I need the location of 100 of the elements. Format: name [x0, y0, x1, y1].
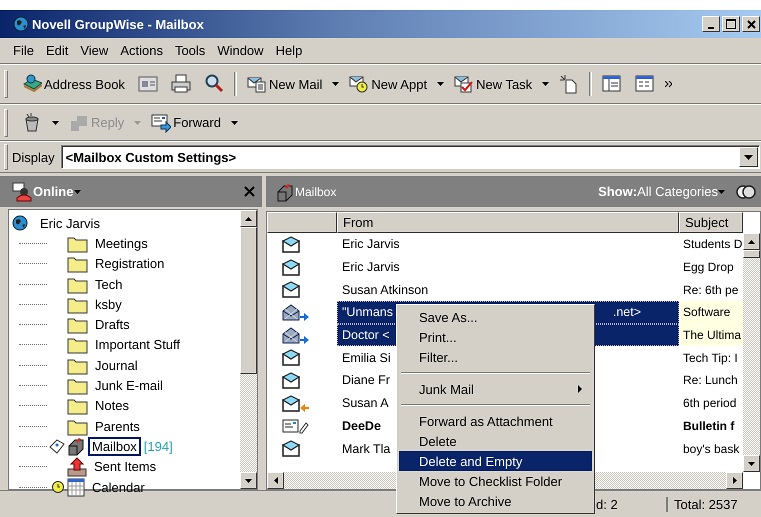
scroll-down-icon [245, 478, 252, 482]
display-label: Display [12, 150, 55, 164]
pencil-icon [299, 422, 309, 434]
online-menu[interactable]: Online [12, 182, 82, 202]
new-document-icon [559, 74, 580, 94]
menu-item[interactable]: Delete and Empty [399, 451, 592, 471]
envelope-icon [282, 304, 300, 321]
dropdown-arrow-icon[interactable] [542, 82, 550, 86]
tree-item[interactable]: Parents [91, 416, 144, 436]
status-text: Total: 2537 [666, 497, 738, 512]
table-cell-text: boy's bask [682, 440, 740, 458]
menu-item[interactable]: Edit [40, 43, 74, 58]
table-cell: .net> [612, 305, 641, 320]
panel-title: Mailbox [295, 184, 336, 198]
tree-item[interactable]: Journal [91, 356, 142, 375]
submenu-arrow-icon [578, 385, 582, 393]
display-dropdown[interactable]: <Mailbox Custom Settings> [60, 145, 760, 169]
tree-item[interactable]: Mailbox [88, 436, 141, 456]
menu-item[interactable]: View [74, 43, 114, 58]
dropdown-arrow-icon[interactable] [437, 82, 444, 86]
menu-item[interactable]: Save As... [399, 307, 592, 327]
card-icon [138, 74, 158, 94]
dropdown-arrow-icon[interactable] [230, 120, 238, 124]
tree-item[interactable]: Junk E-mail [91, 376, 167, 396]
chevron-icon[interactable] [665, 80, 672, 88]
close-icon[interactable] [244, 186, 255, 197]
menu-item[interactable]: Forward as Attachment [399, 411, 592, 431]
vertical-scrollbar[interactable] [240, 210, 257, 489]
tree-item[interactable]: ksby [91, 294, 126, 314]
open-envelope-icon [282, 372, 300, 389]
envelope-icon [282, 326, 300, 344]
scroll-down-icon [748, 462, 755, 466]
tree-item[interactable]: Tech [91, 274, 126, 294]
column-header[interactable]: From [337, 212, 679, 233]
unread-count: [194] [144, 438, 173, 454]
table-cell: Susan A [342, 396, 389, 410]
scroll-up-icon [245, 216, 252, 220]
table-cell: Eric Jarvis [342, 237, 400, 252]
menu-item[interactable]: Junk Mail [399, 379, 592, 399]
menu-item[interactable]: Move to Archive [399, 491, 592, 511]
close-icon [746, 20, 756, 28]
table-cell: "Unmans [342, 305, 393, 320]
arrow-icon [300, 336, 309, 344]
dropdown-arrow-icon[interactable] [52, 120, 59, 124]
address-book-button[interactable]: Address Book [19, 72, 128, 96]
table-cell: The Ultima [679, 324, 743, 346]
menu-item[interactable]: Help [270, 43, 308, 58]
column-header[interactable] [267, 212, 337, 233]
scroll-thumb[interactable] [743, 250, 760, 258]
preview-pane-icon [602, 74, 622, 94]
address-book-icon [22, 74, 42, 94]
find-icon[interactable] [735, 184, 757, 200]
menu-item[interactable]: Tools [168, 43, 212, 58]
dropdown-arrow-icon[interactable] [332, 82, 340, 86]
vertical-scrollbar[interactable] [743, 233, 760, 472]
open-envelope-icon [282, 258, 300, 276]
menu-item[interactable]: Delete [399, 431, 592, 451]
open-envelope-icon [282, 349, 300, 366]
search-icon [204, 74, 224, 94]
table-cell-text: Students D [682, 236, 743, 254]
tree-item[interactable]: Notes [91, 396, 133, 416]
table-cell: Doctor < [342, 328, 390, 342]
menu-item[interactable]: File [7, 43, 40, 58]
new-appointment-button[interactable]: New Appt [346, 72, 430, 96]
printer-icon [170, 74, 191, 94]
globe-icon [12, 215, 28, 232]
tree-item[interactable]: Meetings [91, 234, 152, 253]
table-cell: Mark Tla [342, 442, 390, 456]
table-cell: Emilia Si [342, 350, 391, 365]
tree-item[interactable]: Important Stuff [91, 335, 184, 354]
menu-item[interactable]: Window [211, 43, 270, 58]
scroll-thumb[interactable] [240, 227, 257, 374]
arrow-icon [300, 404, 309, 412]
open-envelope-icon [282, 281, 300, 298]
envelope-check-icon [454, 74, 474, 94]
tree-item[interactable]: Calendar [88, 478, 149, 496]
category-filter[interactable]: Show:All Categories [598, 184, 725, 199]
menu-item[interactable]: Actions [114, 43, 169, 58]
menu-item[interactable]: Filter... [399, 347, 592, 367]
dropdown-arrow-icon [744, 154, 753, 160]
mailbox-icon [276, 182, 294, 202]
maximize-button[interactable] [722, 16, 740, 32]
table-cell: DeeDe [342, 418, 381, 433]
tree-item[interactable]: Registration [91, 254, 168, 274]
grid-view-icon [635, 74, 656, 94]
table-cell-text: Egg Drop [682, 259, 735, 276]
forward-button[interactable]: Forward [148, 110, 224, 134]
mailbox-icon [67, 436, 85, 456]
tree-item[interactable]: Drafts [91, 315, 134, 334]
minimize-button[interactable] [702, 16, 720, 32]
menu-item[interactable]: Print... [399, 327, 592, 347]
table-cell: Eric Jarvis [342, 260, 400, 274]
close-button[interactable] [742, 16, 760, 32]
tree-item[interactable]: Sent Items [90, 457, 160, 476]
new-task-button[interactable]: New Task [451, 72, 536, 96]
tree-item[interactable]: Eric Jarvis [36, 214, 104, 233]
menu-item[interactable]: Move to Checklist Folder [399, 471, 592, 491]
column-header[interactable]: Subject [679, 212, 743, 233]
dropdown-arrow-icon [74, 190, 82, 194]
new-mail-button[interactable]: New Mail [244, 72, 326, 96]
